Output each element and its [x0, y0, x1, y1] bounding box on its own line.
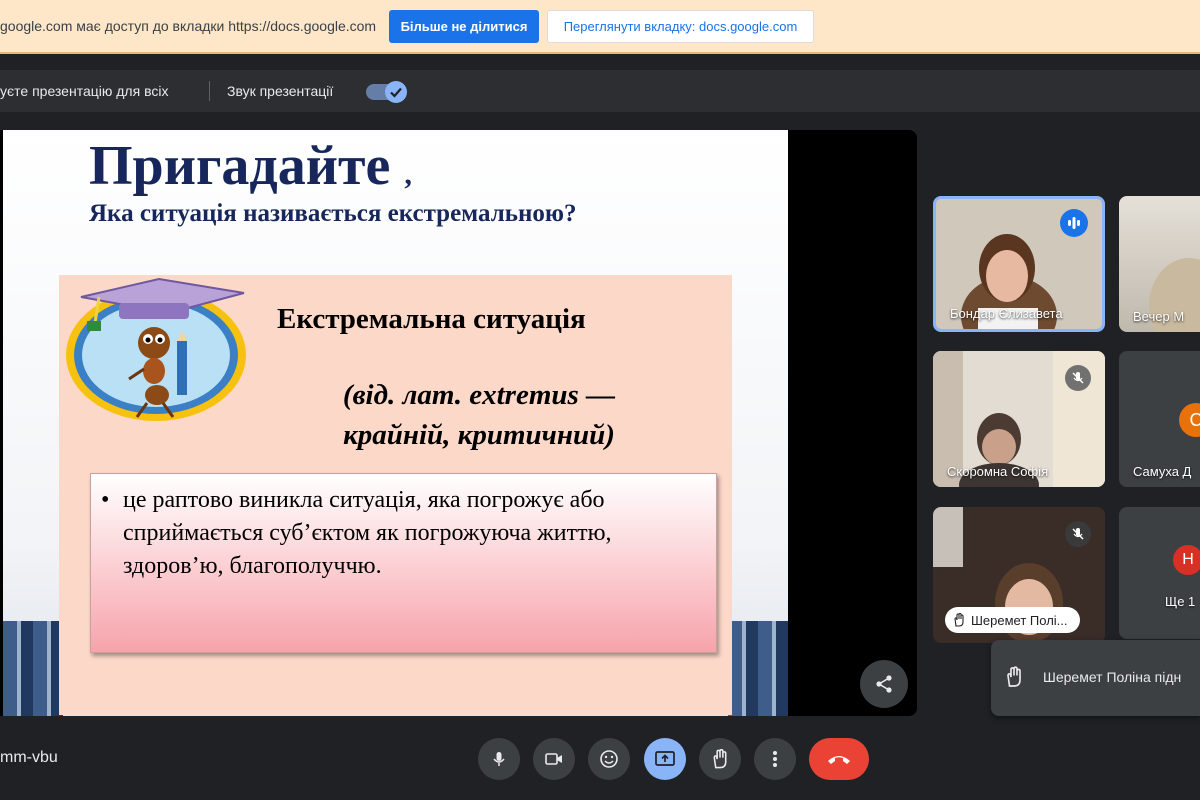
mic-off-indicator — [1065, 365, 1091, 391]
presentation-stage: Пригадайте , Яка ситуація називається ек… — [0, 130, 917, 716]
mic-icon — [493, 752, 505, 766]
definition-heading: Екстремальна ситуація — [277, 303, 586, 335]
mic-off-indicator — [1065, 521, 1091, 547]
slide-decoration-left — [3, 621, 63, 716]
participant-name: Вечер М — [1133, 309, 1185, 324]
speaking-indicator — [1060, 209, 1088, 237]
more-participants-tile[interactable]: Н Ще 1 — [1119, 507, 1200, 639]
participant-name-pill: Шеремет Полі... — [945, 607, 1080, 633]
hand-raised-notification[interactable]: Шеремет Поліна підн — [991, 640, 1200, 716]
view-tab-button[interactable]: Переглянути вкладку: docs.google.com — [547, 10, 814, 43]
participant-tile[interactable]: Бондар Єлизавета — [933, 196, 1105, 332]
raised-hand-icon — [1007, 666, 1021, 687]
participant-avatar: Н — [1173, 545, 1200, 575]
share-button[interactable] — [860, 660, 908, 708]
mic-off-icon — [1072, 372, 1084, 384]
camera-button[interactable] — [533, 738, 575, 780]
participant-name: Скоромна Софія — [947, 464, 1049, 479]
camera-icon — [545, 753, 562, 765]
raise-hand-icon — [713, 749, 727, 769]
participant-tile[interactable]: Шеремет Полі... — [933, 507, 1105, 643]
share-icon — [876, 675, 892, 693]
graduate-ant-illustration — [66, 277, 246, 421]
reactions-button[interactable] — [588, 738, 630, 780]
check-icon — [390, 87, 402, 98]
slide-title-comma: , — [404, 158, 412, 191]
participant-avatar: С — [1179, 403, 1200, 437]
slide-question: Яка ситуація називається екстремальною? — [89, 200, 577, 227]
slide-title: Пригадайте , — [89, 135, 412, 197]
participant-tile[interactable]: Вечер М — [1119, 196, 1200, 332]
present-now-button[interactable] — [644, 738, 686, 780]
raise-hand-button[interactable] — [699, 738, 741, 780]
microphone-button[interactable] — [478, 738, 520, 780]
participant-tile[interactable]: С Самуха Д — [1119, 351, 1200, 487]
slide-decoration-right — [728, 621, 788, 716]
presentation-audio-label: Звук презентації — [227, 83, 334, 99]
meeting-code: mm-vbu — [0, 749, 58, 766]
tab-sharing-banner: google.com має доступ до вкладки https:/… — [0, 0, 1200, 54]
participant-name: Бондар Єлизавета — [950, 306, 1063, 321]
latin-origin-line1: (від. лат. extremus — — [342, 379, 616, 411]
participant-name: Шеремет Полі... — [971, 612, 1068, 628]
presenting-bar: уєте презентацію для всіх Звук презентац… — [0, 70, 1200, 112]
definition-box: • це раптово виникла ситуація, яка погро… — [90, 473, 717, 653]
divider — [209, 81, 210, 101]
participant-name: Самуха Д — [1133, 464, 1192, 479]
sharing-message: google.com має доступ до вкладки https:/… — [0, 18, 377, 34]
audio-level-icon — [1068, 217, 1080, 229]
raised-hand-icon — [954, 613, 964, 627]
more-options-button[interactable] — [754, 738, 796, 780]
presenting-status: уєте презентацію для всіх — [0, 83, 169, 99]
hand-raised-text: Шеремет Поліна підн — [1043, 669, 1182, 685]
participant-tile[interactable]: Скоромна Софія — [933, 351, 1105, 487]
definition-panel: Екстремальна ситуація (від. лат. extremu… — [59, 275, 732, 715]
latin-origin: (від. лат. extremus — крайній, критичний… — [279, 375, 679, 455]
end-call-icon — [828, 756, 850, 764]
slide: Пригадайте , Яка ситуація називається ек… — [3, 130, 788, 716]
bullet: • — [101, 487, 110, 513]
definition-text: це раптово виникла ситуація, яка погрожу… — [123, 487, 612, 579]
more-icon — [773, 751, 777, 767]
present-icon — [655, 751, 675, 766]
emoji-icon — [600, 750, 618, 768]
leave-call-button[interactable] — [809, 738, 869, 780]
stop-sharing-button[interactable]: Більше не ділитися — [389, 10, 539, 43]
presentation-audio-toggle[interactable] — [385, 81, 407, 103]
latin-origin-line2: крайній, критичний) — [343, 419, 615, 451]
more-participants-label: Ще 1 — [1165, 594, 1196, 609]
mic-off-icon — [1072, 528, 1084, 540]
